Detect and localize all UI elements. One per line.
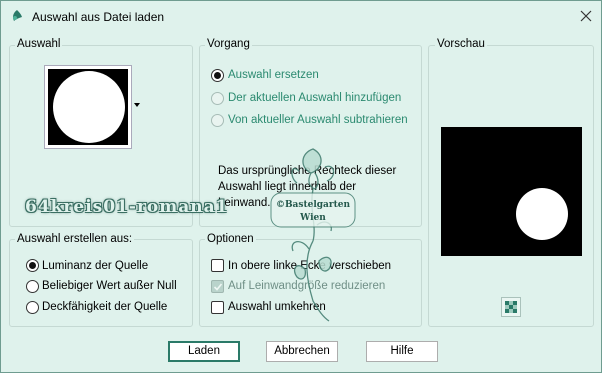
radio-subtract-label[interactable]: Von aktueller Auswahl subtrahieren <box>228 114 408 126</box>
transparency-toggle-button[interactable] <box>501 297 521 317</box>
close-icon <box>580 10 592 22</box>
window-title: Auswahl aus Datei laden <box>32 10 165 24</box>
radio-nonzero[interactable] <box>26 280 39 293</box>
radio-opacity-label[interactable]: Deckfähigkeit der Quelle <box>42 301 167 313</box>
radio-luminance-label[interactable]: Luminanz der Quelle <box>42 260 148 272</box>
radio-opacity[interactable] <box>26 301 39 314</box>
stamp-line-1: ©Bastelgarten <box>276 200 351 210</box>
preview-canvas <box>441 127 582 256</box>
radio-nonzero-label[interactable]: Beliebiger Wert außer Null <box>42 280 177 292</box>
title-bar: Auswahl aus Datei laden <box>1 1 601 32</box>
dialog-window: Auswahl aus Datei laden Auswahl Vorgang … <box>0 0 602 373</box>
vorschau-group-label: Vorschau <box>435 38 487 50</box>
checkbox-invert[interactable] <box>211 301 224 314</box>
help-button[interactable]: Hilfe <box>366 341 438 362</box>
stamp-line-2: Wien <box>299 213 326 223</box>
cancel-button[interactable]: Abbrechen <box>266 341 338 362</box>
radio-luminance[interactable] <box>26 259 39 272</box>
selection-thumbnail[interactable] <box>44 65 132 149</box>
checkbox-reduce-canvas[interactable] <box>211 280 224 293</box>
watermark-text: 64kreis01-romana1 <box>25 197 229 217</box>
preview-circle <box>516 188 568 240</box>
flower-stamp-logo: ©Bastelgarten Wien <box>270 148 356 322</box>
radio-add[interactable] <box>211 92 224 105</box>
checkmark-icon <box>213 283 223 291</box>
erstellen-group-label: Auswahl erstellen aus: <box>15 233 135 245</box>
chevron-down-icon[interactable] <box>134 103 140 107</box>
checkbox-move-top-left[interactable] <box>211 259 224 272</box>
radio-replace[interactable] <box>211 69 224 82</box>
load-button[interactable]: Laden <box>168 341 240 362</box>
radio-replace-label[interactable]: Auswahl ersetzen <box>228 69 319 81</box>
radio-add-label[interactable]: Der aktuellen Auswahl hinzufügen <box>228 92 401 104</box>
close-button[interactable] <box>575 5 597 27</box>
auswahl-group-label: Auswahl <box>15 38 63 50</box>
radio-subtract[interactable] <box>211 114 224 127</box>
checkerboard-icon <box>505 301 517 313</box>
circle-shape <box>53 71 125 143</box>
vorgang-group-label: Vorgang <box>205 38 252 50</box>
optionen-group-label: Optionen <box>205 233 256 245</box>
app-icon <box>10 9 24 23</box>
